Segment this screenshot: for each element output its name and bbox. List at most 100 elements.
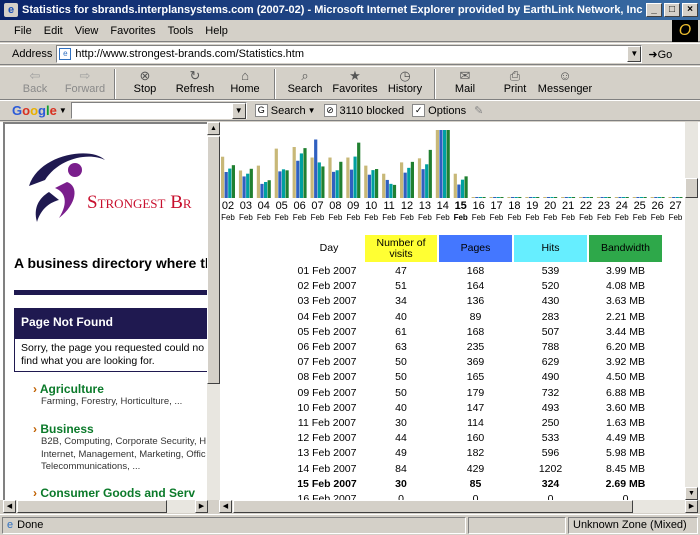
category-agriculture[interactable]: Agriculture Farming, Forestry, Horticult… bbox=[33, 382, 182, 409]
bar-number-of-visits bbox=[364, 165, 368, 198]
cell-pages: 168 bbox=[466, 325, 485, 338]
cell-pages: 369 bbox=[466, 356, 485, 369]
tick-month: Feb bbox=[256, 213, 271, 222]
cell-visits: 50 bbox=[395, 356, 407, 369]
google-search-button[interactable]: G Search ▼ bbox=[254, 104, 316, 117]
bar-number-of-visits bbox=[668, 197, 672, 198]
table-row: 07 Feb 2007 50 369 629 3.92 MB bbox=[219, 356, 685, 371]
tick-day: 03 bbox=[239, 200, 253, 212]
cell-bw: 2.69 MB bbox=[605, 477, 646, 490]
axis-tick-label: 08 Feb bbox=[326, 201, 344, 223]
forward-button[interactable]: ⇨ Forward bbox=[60, 67, 110, 95]
google-logo[interactable]: Google bbox=[12, 103, 57, 118]
menu-view[interactable]: View bbox=[69, 25, 105, 37]
header-pages: Pages bbox=[439, 235, 512, 262]
mail-button[interactable]: ✉ Mail bbox=[440, 67, 490, 95]
toolbar-label: History bbox=[387, 83, 423, 95]
menu-favorites[interactable]: Favorites bbox=[104, 25, 161, 37]
back-arrow-icon: ⇦ bbox=[29, 68, 41, 83]
zone-panel: Unknown Zone (Mixed) bbox=[568, 516, 698, 534]
bar-hits bbox=[425, 164, 429, 198]
back-button[interactable]: ⇦ Back bbox=[10, 67, 60, 95]
refresh-button[interactable]: ↻ Refresh bbox=[170, 67, 220, 95]
cell-pages: 182 bbox=[466, 447, 485, 460]
category-title[interactable]: Agriculture bbox=[33, 382, 182, 396]
google-search-dropdown[interactable]: ▼ bbox=[231, 103, 246, 119]
scroll-right-button[interactable]: ▶ bbox=[195, 500, 208, 513]
axis-tick-label: 07 Feb bbox=[309, 201, 327, 223]
scroll-left-button[interactable]: ◀ bbox=[3, 500, 16, 513]
cell-visits: 0 bbox=[398, 493, 404, 500]
cell-bw: 0 bbox=[622, 493, 629, 500]
tick-day: 16 bbox=[472, 200, 485, 212]
highlight-pen-icon[interactable]: ✎ bbox=[474, 104, 483, 117]
address-input[interactable]: e http://www.strongest-brands.com/Statis… bbox=[56, 45, 643, 63]
header-day: Day bbox=[319, 242, 339, 254]
cell-pages: 0 bbox=[472, 493, 479, 500]
tick-day: 22 bbox=[579, 200, 593, 212]
search-button[interactable]: ⌕ Search bbox=[280, 67, 330, 95]
bar-bandwidth bbox=[679, 197, 683, 198]
hscroll-thumb[interactable] bbox=[17, 500, 167, 513]
hscroll-thumb[interactable] bbox=[233, 500, 633, 513]
print-button[interactable]: ⎙ Print bbox=[490, 67, 540, 95]
tick-day: 13 bbox=[418, 200, 432, 212]
right-frame-hscrollbar[interactable]: ◀ ▶ bbox=[219, 500, 698, 513]
menu-tools[interactable]: Tools bbox=[162, 25, 200, 37]
category-business[interactable]: Business B2B, Computing, Corporate Secur… bbox=[33, 422, 206, 474]
menu-help[interactable]: Help bbox=[199, 25, 234, 37]
scroll-right-button[interactable]: ▶ bbox=[685, 500, 698, 513]
header-bandwidth: Bandwidth bbox=[589, 235, 662, 262]
favorites-button[interactable]: ★ Favorites bbox=[330, 67, 380, 95]
bar-bandwidth bbox=[482, 197, 486, 198]
bar-number-of-visits bbox=[561, 197, 565, 198]
bar-number-of-visits bbox=[346, 157, 350, 198]
cell-pages: 85 bbox=[469, 477, 482, 490]
scroll-thumb[interactable] bbox=[685, 178, 698, 198]
tick-month: Feb bbox=[435, 213, 450, 222]
toolbar-label: Messenger bbox=[537, 83, 593, 95]
popup-blocker-button[interactable]: ⊘ 3110 blocked bbox=[323, 104, 404, 117]
left-frame-hscrollbar[interactable]: ◀ ▶ bbox=[3, 500, 208, 513]
category-consumer-goods[interactable]: Consumer Goods and Serv bbox=[33, 486, 195, 500]
go-button[interactable]: ➜Go bbox=[648, 48, 672, 61]
bar-hits bbox=[335, 170, 339, 198]
close-button[interactable]: × bbox=[682, 3, 698, 17]
table-row: 08 Feb 2007 50 165 490 4.50 MB bbox=[219, 371, 685, 386]
messenger-button[interactable]: ☺ Messenger bbox=[537, 67, 593, 95]
cell-hits: 533 bbox=[541, 432, 560, 445]
category-title[interactable]: Business bbox=[33, 422, 206, 436]
cell-day: 14 Feb 2007 bbox=[297, 462, 357, 475]
category-title[interactable]: Consumer Goods and Serv bbox=[33, 486, 195, 500]
menu-file[interactable]: File bbox=[8, 25, 38, 37]
tick-day: 07 bbox=[311, 200, 324, 212]
right-frame-scrollbar[interactable]: ▼ bbox=[685, 122, 698, 500]
cell-pages: 160 bbox=[466, 432, 485, 445]
scroll-left-button[interactable]: ◀ bbox=[219, 500, 232, 513]
refresh-icon: ↻ bbox=[189, 68, 201, 83]
bar-number-of-visits bbox=[614, 197, 618, 198]
bar-number-of-visits bbox=[453, 173, 457, 198]
cell-hits: 507 bbox=[541, 325, 560, 338]
tick-month: Feb bbox=[382, 213, 396, 222]
maximize-button[interactable]: □ bbox=[664, 3, 680, 17]
history-icon: ◷ bbox=[399, 68, 411, 83]
tick-month: Feb bbox=[453, 213, 468, 222]
google-menu-chevron-icon[interactable]: ▼ bbox=[59, 106, 67, 115]
home-button[interactable]: ⌂ Home bbox=[220, 67, 270, 95]
address-dropdown-button[interactable]: ▼ bbox=[627, 46, 642, 62]
scroll-down-button[interactable]: ▼ bbox=[685, 487, 698, 500]
tick-month: Feb bbox=[364, 213, 379, 222]
google-search-input[interactable]: ▼ bbox=[70, 102, 247, 119]
bar-hits bbox=[407, 167, 411, 198]
header-visits: Number of visits bbox=[365, 235, 437, 262]
stop-button[interactable]: ⊗ Stop bbox=[120, 67, 170, 95]
options-button[interactable]: ✓ Options bbox=[412, 104, 466, 117]
minimize-button[interactable]: _ bbox=[646, 3, 662, 17]
cell-pages: 165 bbox=[466, 371, 485, 384]
bar-pages bbox=[421, 169, 425, 198]
cell-hits: 250 bbox=[541, 417, 560, 429]
header-hits: Hits bbox=[514, 235, 587, 262]
menu-edit[interactable]: Edit bbox=[38, 25, 69, 37]
history-button[interactable]: ◷ History bbox=[380, 67, 430, 95]
